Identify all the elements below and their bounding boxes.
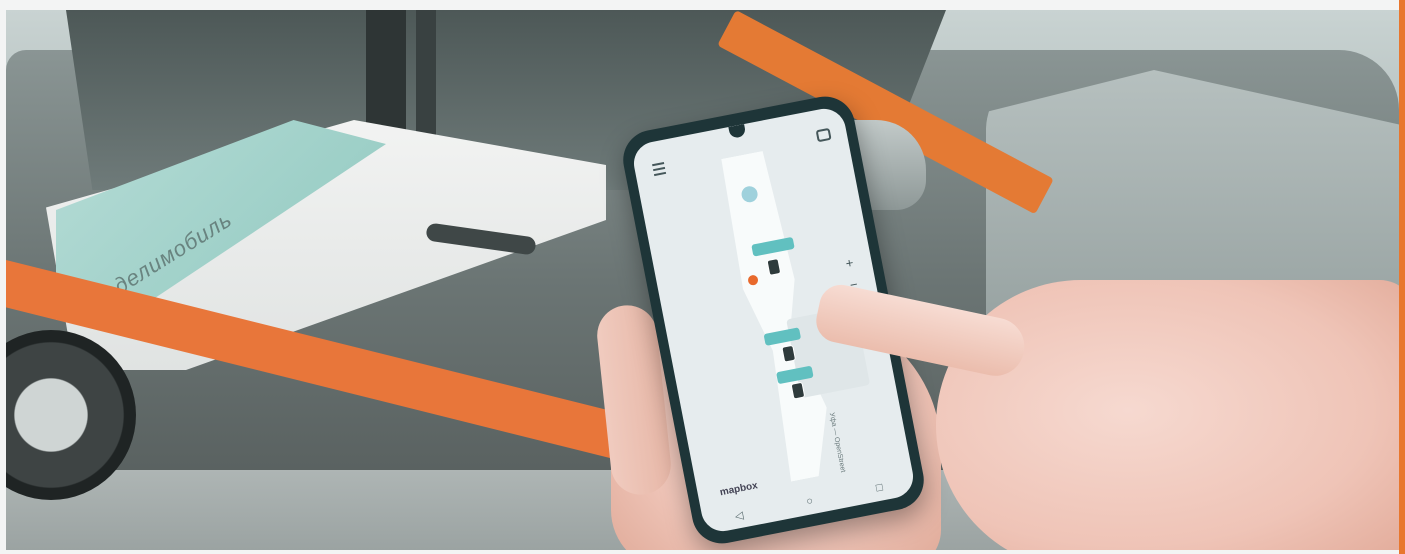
back-triangle-icon[interactable]: ◁ xyxy=(734,508,745,522)
zoom-in-button[interactable]: + xyxy=(841,255,857,271)
home-circle-icon[interactable]: ○ xyxy=(805,495,814,508)
menu-icon[interactable] xyxy=(652,162,667,177)
photo-scene: делимобиль + − Уфа — OpenStreet mapbox ◁… xyxy=(6,10,1399,550)
recents-square-icon[interactable]: □ xyxy=(875,481,884,494)
frame-accent-bar xyxy=(1399,0,1405,554)
map-attribution[interactable]: Уфа — OpenStreet xyxy=(828,412,846,473)
camera-notch xyxy=(728,124,747,139)
chat-icon[interactable] xyxy=(815,127,832,143)
mapbox-logo[interactable]: mapbox xyxy=(719,480,759,498)
